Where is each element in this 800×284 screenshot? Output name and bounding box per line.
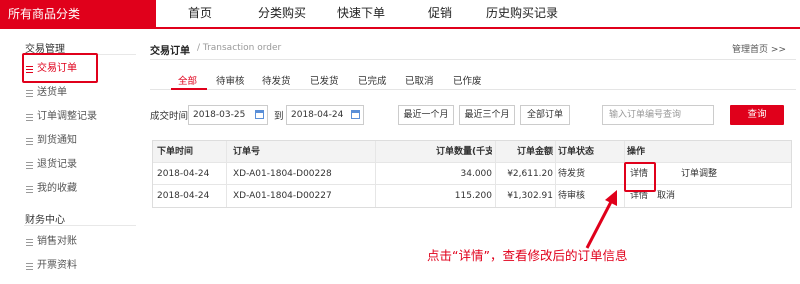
order-number-search-input[interactable]: 输入订单编号查询 bbox=[602, 105, 714, 125]
annotation-text: 点击“详情”，查看修改后的订单信息 bbox=[427, 248, 628, 263]
calendar-icon[interactable] bbox=[351, 110, 360, 119]
sidebar-item-invoice-info[interactable]: 开票资料 bbox=[26, 258, 77, 274]
last-3-months-button[interactable]: 最近三个月 bbox=[459, 105, 515, 125]
active-tab-indicator bbox=[171, 88, 207, 90]
list-icon bbox=[26, 137, 33, 145]
tab-voided[interactable]: 已作废 bbox=[453, 73, 482, 87]
to-label: 到 bbox=[274, 111, 284, 122]
status-tabs: 全部 待审核 待发货 已发货 已完成 已取消 已作废 bbox=[150, 68, 796, 90]
date-to-input[interactable]: 2018-04-24 bbox=[286, 105, 364, 125]
query-button[interactable]: 查询 bbox=[730, 105, 784, 125]
list-icon bbox=[26, 89, 33, 97]
all-categories-button[interactable]: 所有商品分类 bbox=[0, 0, 156, 29]
divider bbox=[375, 141, 376, 162]
divider bbox=[375, 185, 376, 207]
table-header-row: 下单时间 订单号 订单数量(千支) 订单金额 订单状态 操作 bbox=[153, 141, 791, 163]
divider bbox=[226, 141, 227, 162]
sidebar-item-label: 退货记录 bbox=[37, 159, 77, 170]
divider bbox=[226, 163, 227, 184]
divider bbox=[624, 141, 625, 162]
divider bbox=[375, 163, 376, 184]
cell-quantity: 34.000 bbox=[460, 169, 493, 179]
nav-purchase-history[interactable]: 历史购买记录 bbox=[486, 0, 558, 27]
highlight-box-details bbox=[624, 162, 656, 192]
nav-quick-order[interactable]: 快速下单 bbox=[337, 0, 385, 27]
col-order-no: 订单号 bbox=[233, 147, 261, 157]
sidebar-item-label: 开票资料 bbox=[37, 260, 77, 271]
divider bbox=[495, 163, 496, 184]
divider bbox=[555, 141, 556, 162]
cell-order-no: XD-A01-1804-D00228 bbox=[233, 169, 332, 179]
col-order-time: 下单时间 bbox=[157, 147, 194, 157]
page-title: 交易订单 bbox=[150, 46, 190, 57]
sidebar-item-arrival-notice[interactable]: 到货通知 bbox=[26, 133, 77, 149]
nav-category-buy[interactable]: 分类购买 bbox=[258, 0, 306, 27]
tab-pending-shipment[interactable]: 待发货 bbox=[262, 73, 291, 87]
divider bbox=[495, 141, 496, 162]
col-quantity: 订单数量(千支) bbox=[436, 147, 492, 157]
sidebar-item-returns[interactable]: 退货记录 bbox=[26, 157, 77, 173]
list-icon bbox=[26, 185, 33, 193]
cell-quantity: 115.200 bbox=[454, 191, 492, 201]
list-icon bbox=[26, 262, 33, 270]
divider bbox=[226, 185, 227, 207]
date-label: 成交时间 bbox=[150, 111, 189, 122]
nav-promotions[interactable]: 促销 bbox=[428, 0, 452, 27]
divider bbox=[555, 163, 556, 184]
col-actions: 操作 bbox=[627, 147, 646, 157]
list-icon bbox=[26, 113, 33, 121]
cancel-link[interactable]: 取消 bbox=[657, 185, 675, 207]
sidebar-item-label: 订单调整记录 bbox=[37, 111, 97, 122]
cell-order-no: XD-A01-1804-D00227 bbox=[233, 191, 332, 201]
top-nav: 所有商品分类 首页 分类购买 快速下单 促销 历史购买记录 bbox=[0, 0, 800, 29]
highlight-box-trade-orders bbox=[22, 53, 98, 83]
calendar-icon[interactable] bbox=[255, 110, 264, 119]
order-adjust-link[interactable]: 订单调整 bbox=[681, 163, 717, 184]
all-orders-button[interactable]: 全部订单 bbox=[520, 105, 570, 125]
management-home-link[interactable]: 管理首页 >> bbox=[732, 42, 786, 55]
date-from-input[interactable]: 2018-03-25 bbox=[188, 105, 268, 125]
cell-amount: ¥2,611.20 bbox=[507, 169, 553, 179]
tab-pending-review[interactable]: 待审核 bbox=[216, 73, 245, 87]
sidebar-item-favorites[interactable]: 我的收藏 bbox=[26, 181, 77, 197]
sidebar-group-finance: 财务中心 bbox=[25, 215, 65, 226]
cell-status: 待发货 bbox=[558, 169, 586, 179]
divider bbox=[555, 185, 556, 207]
sidebar-item-label: 到货通知 bbox=[37, 135, 77, 146]
nav-home[interactable]: 首页 bbox=[188, 0, 212, 27]
tab-all[interactable]: 全部 bbox=[178, 73, 197, 87]
date-to-value: 2018-04-24 bbox=[291, 110, 344, 120]
table-row: 2018-04-24 XD-A01-1804-D00228 34.000 ¥2,… bbox=[153, 163, 791, 185]
annotation-arrow bbox=[585, 190, 617, 249]
col-status: 订单状态 bbox=[558, 147, 595, 157]
orders-table: 下单时间 订单号 订单数量(千支) 订单金额 订单状态 操作 2018-04-2… bbox=[152, 140, 792, 208]
col-amount: 订单金额 bbox=[516, 147, 553, 157]
table-row: 2018-04-24 XD-A01-1804-D00227 115.200 ¥1… bbox=[153, 185, 791, 207]
cell-date: 2018-04-24 bbox=[157, 169, 210, 179]
sidebar-item-label: 送货单 bbox=[37, 87, 67, 98]
list-icon bbox=[26, 238, 33, 246]
tab-completed[interactable]: 已完成 bbox=[358, 73, 387, 87]
tab-shipped[interactable]: 已发货 bbox=[310, 73, 339, 87]
page-subtitle: / Transaction order bbox=[197, 43, 282, 53]
sidebar-item-label: 销售对账 bbox=[37, 236, 77, 247]
list-icon bbox=[26, 161, 33, 169]
cell-date: 2018-04-24 bbox=[157, 191, 210, 201]
sidebar-item-delivery-notes[interactable]: 送货单 bbox=[26, 85, 67, 101]
sidebar-item-reconciliation[interactable]: 销售对账 bbox=[26, 234, 77, 250]
divider bbox=[150, 59, 796, 60]
sidebar-item-label: 我的收藏 bbox=[37, 183, 77, 194]
cell-amount: ¥1,302.91 bbox=[507, 191, 553, 201]
divider bbox=[24, 225, 136, 226]
divider bbox=[495, 185, 496, 207]
date-from-value: 2018-03-25 bbox=[193, 110, 246, 120]
tab-cancelled[interactable]: 已取消 bbox=[405, 73, 434, 87]
sidebar-item-order-adjust[interactable]: 订单调整记录 bbox=[26, 109, 97, 125]
arrow-shaft bbox=[585, 197, 615, 249]
last-month-button[interactable]: 最近一个月 bbox=[398, 105, 454, 125]
